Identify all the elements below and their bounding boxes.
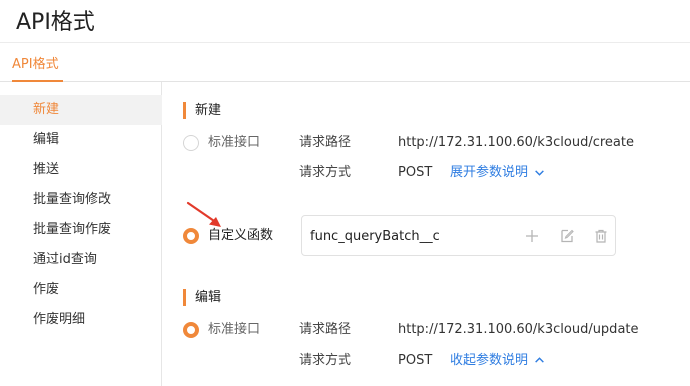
create-params-toggle[interactable]: 展开参数说明 xyxy=(450,164,545,181)
create-params-toggle-label[interactable]: 展开参数说明 xyxy=(450,165,528,180)
radio-create-standard[interactable] xyxy=(183,135,199,151)
edit-path-value: http://172.31.100.60/k3cloud/update xyxy=(398,322,639,337)
radio-edit-standard-label[interactable]: 标准接口 xyxy=(208,321,260,338)
edit-method-value: POST xyxy=(398,353,433,368)
sidebar-item-void-detail[interactable]: 作废明细 xyxy=(0,305,162,335)
sidebar-item-query-by-id[interactable]: 通过id查询 xyxy=(0,245,162,275)
trash-icon[interactable] xyxy=(593,228,609,244)
sidebar-item-create[interactable]: 新建 xyxy=(0,95,162,125)
function-name: func_queryBatch__c xyxy=(310,229,440,244)
edit-params-toggle-label[interactable]: 收起参数说明 xyxy=(450,353,528,368)
create-method-label: 请求方式 xyxy=(299,165,352,180)
radio-edit-standard[interactable] xyxy=(183,322,199,338)
edit-params-toggle[interactable]: 收起参数说明 xyxy=(450,352,545,369)
section-title-create: 新建 xyxy=(183,102,221,119)
sidebar-item-batch-query-void[interactable]: 批量查询作废 xyxy=(0,215,162,245)
tab-bar: API格式 xyxy=(0,42,690,82)
edit-path-label: 请求路径 xyxy=(299,322,352,337)
sidebar-item-batch-query-modify[interactable]: 批量查询修改 xyxy=(0,185,162,215)
radio-create-standard-label[interactable]: 标准接口 xyxy=(208,134,260,151)
create-method-value: POST xyxy=(398,165,433,180)
tab-api-format[interactable]: API格式 xyxy=(12,53,59,72)
edit-method-label: 请求方式 xyxy=(299,353,352,368)
edit-icon[interactable] xyxy=(559,228,575,244)
function-selector: func_queryBatch__c xyxy=(301,215,616,256)
radio-create-custom[interactable] xyxy=(183,228,199,244)
annotation-arrow-icon xyxy=(186,201,221,227)
sidebar-item-void[interactable]: 作废 xyxy=(0,275,162,305)
chevron-down-icon xyxy=(535,170,545,176)
sidebar: 新建 编辑 推送 批量查询修改 批量查询作废 通过id查询 作废 作废明细 xyxy=(0,82,162,386)
page-title: API格式 xyxy=(16,10,95,35)
chevron-up-icon xyxy=(535,357,545,363)
create-path-value: http://172.31.100.60/k3cloud/create xyxy=(398,135,634,150)
sidebar-item-edit[interactable]: 编辑 xyxy=(0,125,162,155)
create-path-label: 请求路径 xyxy=(299,135,352,150)
plus-icon[interactable] xyxy=(524,228,540,244)
main-content: 新建 标准接口 请求路径 http://172.31.100.60/k3clou… xyxy=(163,82,690,386)
sidebar-item-push[interactable]: 推送 xyxy=(0,155,162,185)
section-title-edit: 编辑 xyxy=(183,289,221,306)
